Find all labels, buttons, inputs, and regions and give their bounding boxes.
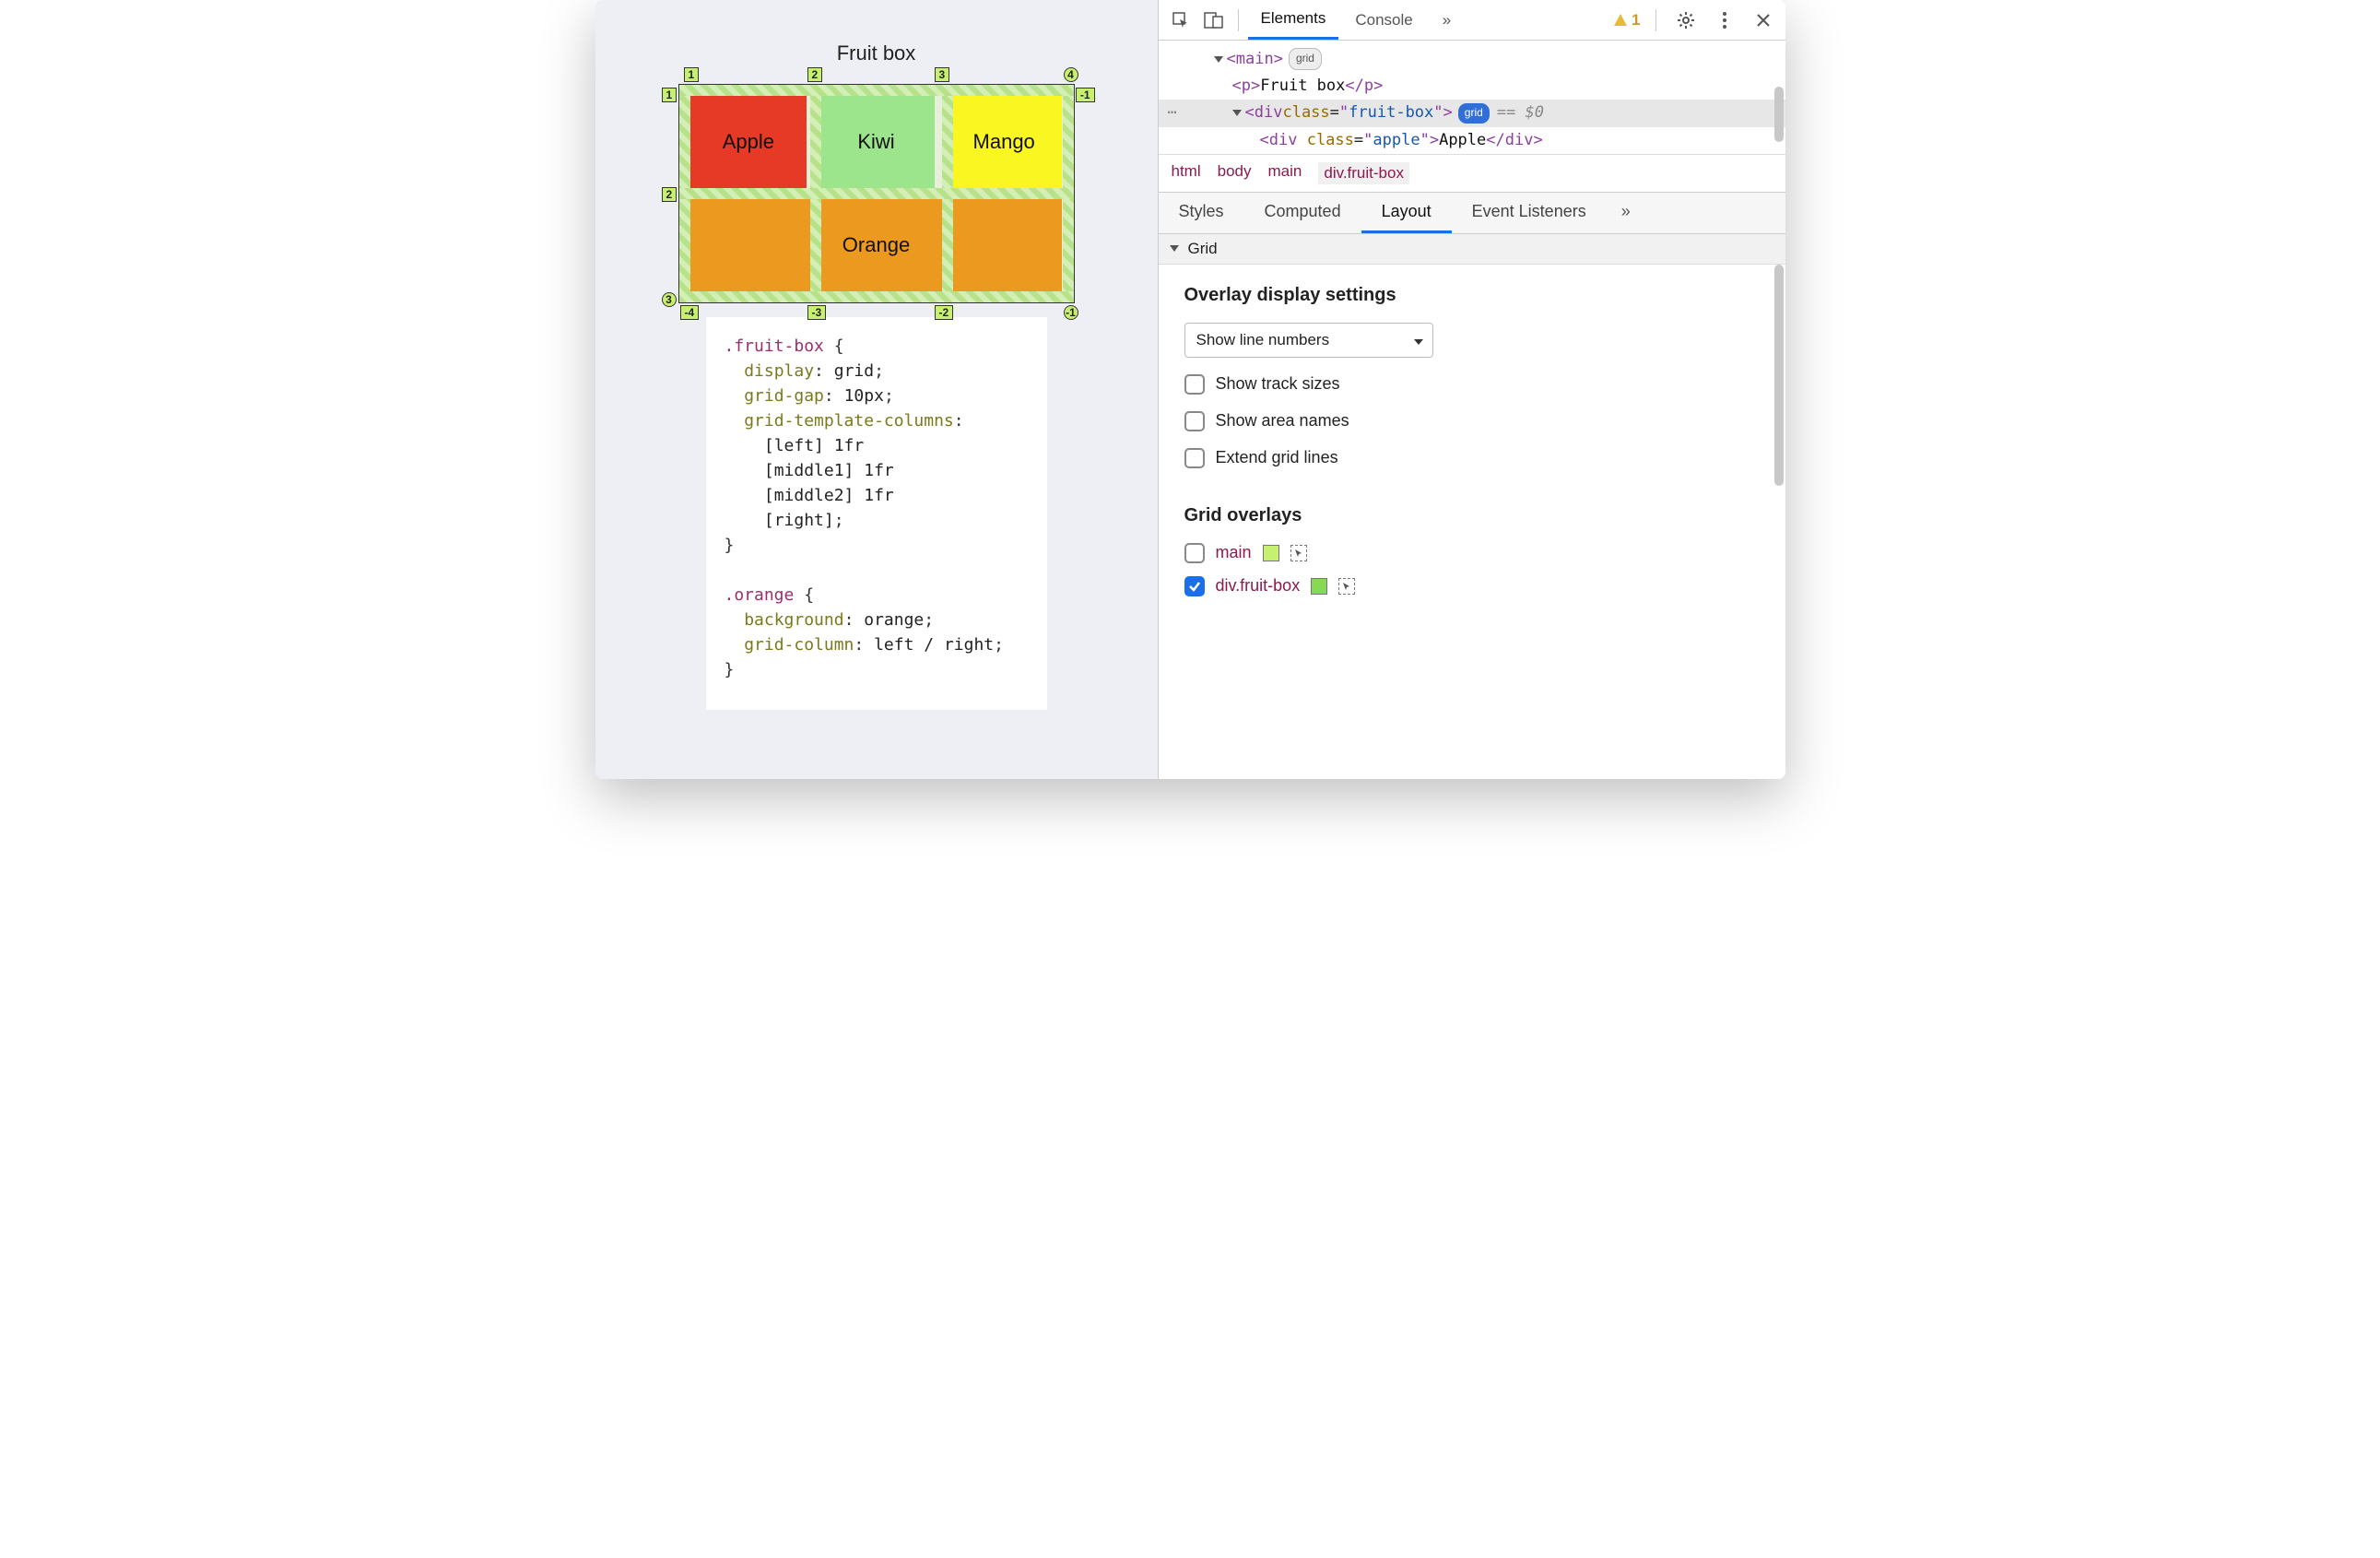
color-swatch[interactable] [1263,545,1279,561]
crumb[interactable]: main [1268,162,1302,184]
crumb-selected[interactable]: div.fruit-box [1318,162,1409,184]
checkbox[interactable] [1184,374,1205,395]
grid-overlays-title: Grid overlays [1184,505,1760,526]
grid-badge[interactable]: grid [1289,48,1322,69]
cell-orange: Orange [690,199,1063,291]
overlay-settings-title: Overlay display settings [1184,285,1760,306]
breadcrumb[interactable]: html body main div.fruit-box [1159,154,1785,193]
grid-overlay-wrap: 1 2 3 4 1 2 3 -1 -4 -3 -2 -1 Apple Kiwi … [678,84,1075,303]
grid-col-badge-neg: -2 [935,305,954,320]
tab-more[interactable]: » [1430,2,1464,39]
checkbox-label: Show track sizes [1216,374,1340,394]
check-area-names[interactable]: Show area names [1184,411,1760,431]
inspect-icon[interactable] [1166,6,1196,35]
page-title: Fruit box [837,41,916,65]
line-numbers-select[interactable]: Show line numbers [1184,323,1433,358]
dom-node-p[interactable]: <p>Fruit box</p> [1159,73,1785,100]
grid-row-badge: 2 [662,187,677,202]
cell-kiwi: Kiwi [818,96,935,188]
ellipsis-icon[interactable]: ⋯ [1168,100,1179,125]
reveal-icon[interactable] [1338,578,1355,595]
device-toggle-icon[interactable] [1199,6,1229,35]
grid-col-badge: 2 [807,67,823,82]
checkbox[interactable] [1184,411,1205,431]
grid-row-badge: 1 [662,88,677,102]
subtab-events[interactable]: Event Listeners [1452,193,1607,233]
scrollbar[interactable] [1774,265,1784,770]
select-value: Show line numbers [1196,331,1330,349]
check-track-sizes[interactable]: Show track sizes [1184,374,1760,395]
overlay-row-fruitbox[interactable]: div.fruit-box [1184,576,1760,596]
dollar-zero: == $0 [1497,100,1544,125]
grid-col-badge: 1 [684,67,700,82]
checkbox-label: Show area names [1216,411,1349,431]
subtab-styles[interactable]: Styles [1159,193,1244,233]
overlay-name: main [1216,543,1252,562]
close-icon[interactable] [1749,6,1778,35]
styles-subtabs: Styles Computed Layout Event Listeners » [1159,193,1785,234]
crumb[interactable]: html [1172,162,1201,184]
rendered-page-pane: Fruit box 1 2 3 4 1 2 3 -1 -4 -3 -2 -1 [595,0,1158,779]
warnings-badge[interactable]: 1 [1613,11,1640,30]
overlay-name: div.fruit-box [1216,576,1301,596]
grid-col-badge-neg: -1 [1064,305,1078,320]
grid-col-badge-neg: -4 [680,305,700,320]
devtools-pane: Elements Console » 1 [1158,0,1785,779]
app-window: Fruit box 1 2 3 4 1 2 3 -1 -4 -3 -2 -1 [595,0,1785,779]
chevron-down-icon [1414,331,1423,349]
crumb[interactable]: body [1218,162,1252,184]
grid-col-badge: 4 [1064,67,1078,82]
grid-col-badge-neg: -3 [807,305,827,320]
grid-row-badge: 3 [662,292,677,307]
tab-console[interactable]: Console [1342,2,1425,39]
fruit-box-grid: Apple Kiwi Mango Orange [678,84,1075,303]
dom-node-fruitbox[interactable]: ⋯ <div class="fruit-box">grid== $0 [1159,100,1785,126]
overlay-row-main[interactable]: main [1184,543,1760,563]
checkbox-checked[interactable] [1184,576,1205,596]
subtab-more[interactable]: » [1607,193,1645,233]
grid-section-header[interactable]: Grid [1159,234,1785,265]
checkbox[interactable] [1184,543,1205,563]
grid-row-badge-neg: -1 [1076,88,1095,102]
reveal-icon[interactable] [1290,545,1307,561]
dom-tree[interactable]: <main>grid <p>Fruit box</p> ⋯ <div class… [1159,41,1785,154]
dom-node-apple[interactable]: <div class="apple">Apple</div> [1159,127,1785,154]
cell-apple: Apple [690,96,807,188]
color-swatch[interactable] [1311,578,1327,595]
tab-elements[interactable]: Elements [1248,0,1339,40]
cell-mango: Mango [946,96,1063,188]
devtools-toolbar: Elements Console » 1 [1159,0,1785,41]
gear-icon[interactable] [1671,6,1701,35]
checkbox-label: Extend grid lines [1216,448,1338,467]
grid-badge-active[interactable]: grid [1458,103,1490,123]
subtab-layout[interactable]: Layout [1361,193,1452,233]
grid-col-badge: 3 [935,67,950,82]
grid-section-label: Grid [1188,240,1218,258]
warnings-count: 1 [1632,11,1640,30]
scrollbar[interactable] [1774,87,1784,145]
kebab-icon[interactable] [1710,6,1739,35]
subtab-computed[interactable]: Computed [1244,193,1361,233]
layout-body: Overlay display settings Show line numbe… [1159,265,1785,779]
css-code-block: .fruit-box { display: grid; grid-gap: 10… [706,317,1047,710]
checkbox[interactable] [1184,448,1205,468]
dom-node-main[interactable]: <main>grid [1159,46,1785,73]
check-extend-lines[interactable]: Extend grid lines [1184,448,1760,468]
